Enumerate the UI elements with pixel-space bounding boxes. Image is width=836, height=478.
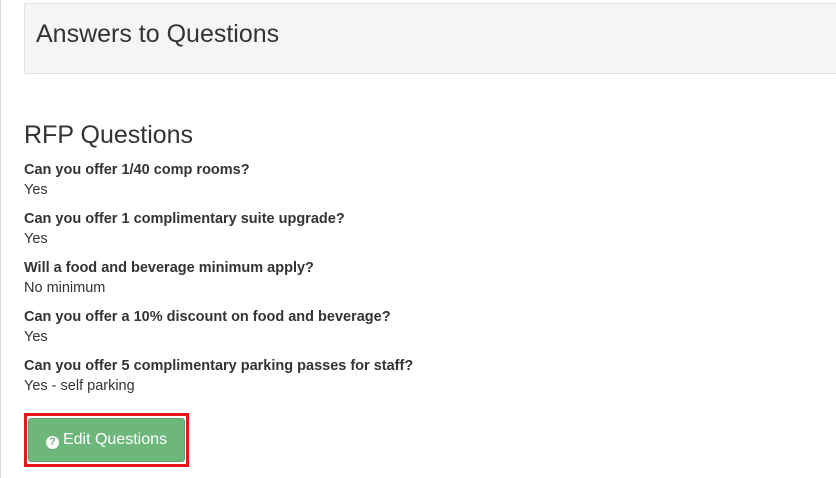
question-text: Can you offer 1/40 comp rooms?	[24, 162, 250, 178]
answer-text: Yes	[24, 182, 48, 198]
edit-questions-label: Edit Questions	[62, 431, 168, 448]
answer-text: Yes	[24, 329, 48, 345]
question-item: Can you offer 5 complimentary parking pa…	[24, 356, 804, 405]
section-title: RFP Questions	[24, 121, 194, 149]
question-circle-icon: ?	[45, 436, 59, 449]
question-text: Can you offer 5 complimentary parking pa…	[24, 358, 414, 374]
question-item: Can you offer 1 complimentary suite upgr…	[24, 209, 804, 258]
answer-text: No minimum	[24, 280, 106, 296]
page-title: Answers to Questions	[36, 20, 280, 48]
answer-text: Yes	[24, 231, 48, 247]
edit-questions-button[interactable]: ? Edit Questions	[28, 418, 185, 462]
rfp-questions-list: Can you offer 1/40 comp rooms? Yes Can y…	[24, 160, 804, 405]
question-text: Will a food and beverage minimum apply?	[24, 260, 314, 276]
question-item: Will a food and beverage minimum apply? …	[24, 258, 804, 307]
answer-text: Yes - self parking	[24, 378, 135, 394]
question-item: Can you offer 1/40 comp rooms? Yes	[24, 160, 804, 209]
page-header-panel: Answers to Questions	[24, 3, 836, 74]
page-left-border	[0, 0, 1, 478]
question-text: Can you offer 1 complimentary suite upgr…	[24, 211, 345, 227]
question-item: Can you offer a 10% discount on food and…	[24, 307, 804, 356]
question-text: Can you offer a 10% discount on food and…	[24, 309, 391, 325]
